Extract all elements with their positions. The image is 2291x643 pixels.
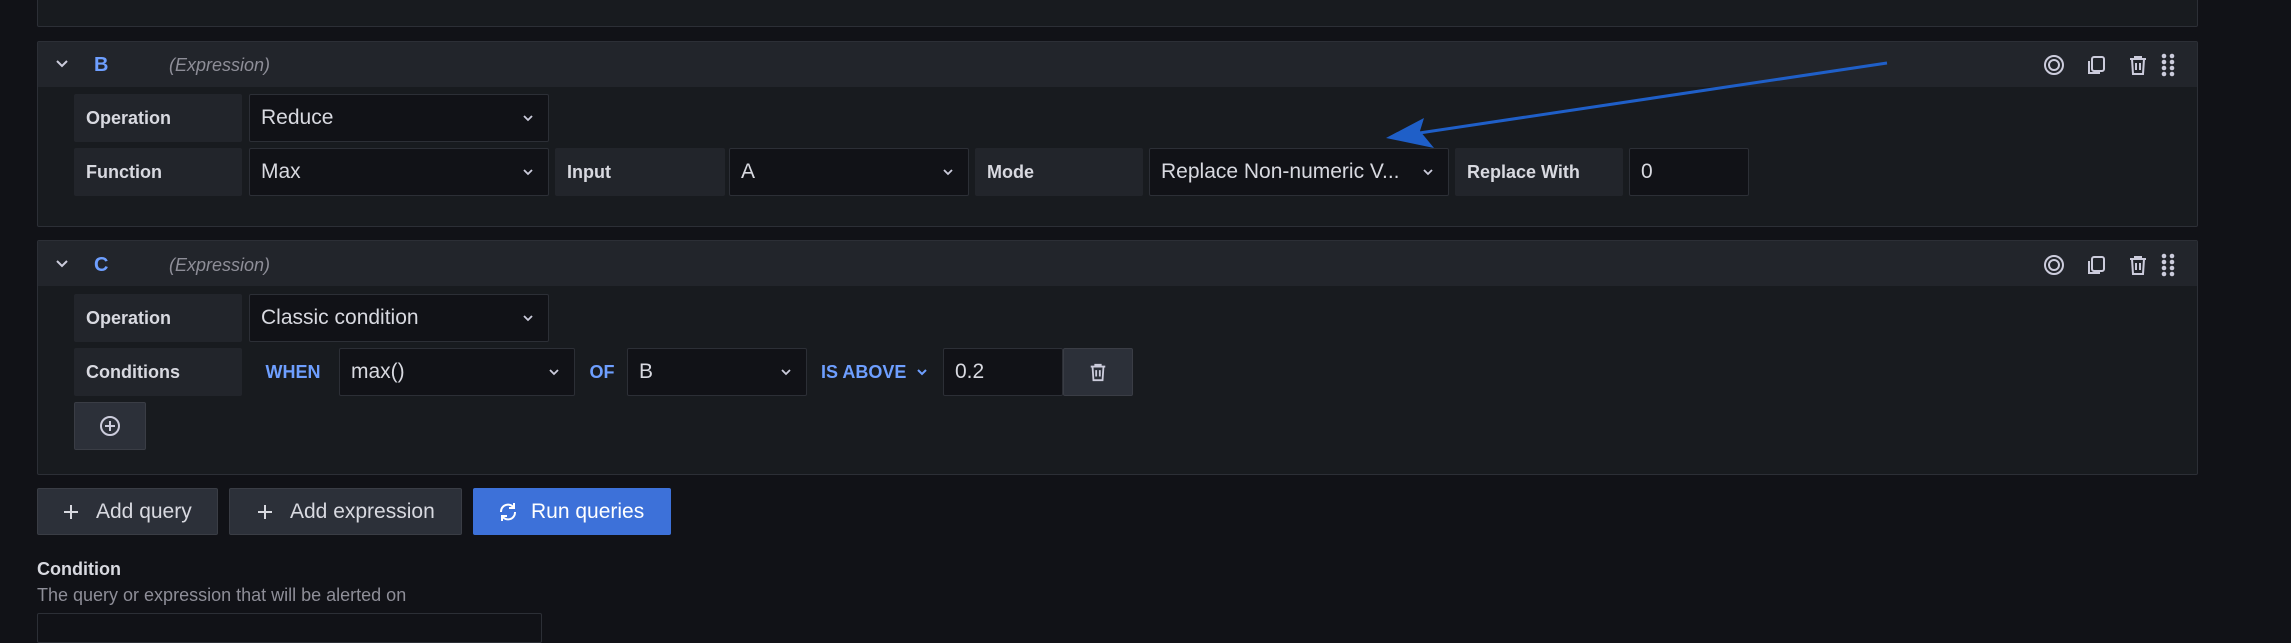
chevron-down-icon	[1423, 169, 1433, 176]
duplicate-icon[interactable]	[2085, 254, 2107, 276]
add-expression-button[interactable]: Add expression	[229, 488, 462, 535]
function-select[interactable]: Max	[249, 148, 549, 196]
function-label: Function	[74, 148, 242, 196]
plus-icon	[258, 504, 272, 519]
plus-icon	[64, 504, 78, 519]
add-expression-label: Add expression	[290, 499, 435, 523]
replace-with-value: 0	[1641, 160, 1653, 183]
operation-label: Operation	[74, 294, 242, 342]
chevron-down-icon	[549, 369, 559, 376]
reducer-select[interactable]: max()	[339, 348, 575, 396]
query-ref-id[interactable]: C	[94, 254, 108, 277]
reducer-select-value: max()	[351, 360, 405, 383]
input-select[interactable]: A	[729, 148, 969, 196]
add-query-label: Add query	[96, 499, 192, 523]
sync-icon	[500, 502, 516, 521]
replace-with-input[interactable]: 0	[1629, 148, 1749, 196]
condition-select[interactable]	[37, 613, 542, 643]
mode-label: Mode	[975, 148, 1143, 196]
query-select[interactable]: B	[627, 348, 807, 396]
toggle-visibility-icon[interactable]	[2043, 254, 2065, 276]
operation-select[interactable]: Reduce	[249, 94, 549, 142]
add-circle-icon	[100, 416, 120, 436]
evaluator-select[interactable]: IS ABOVE	[809, 348, 941, 396]
chevron-down-icon	[523, 115, 533, 122]
previous-query-panel	[37, 0, 2198, 27]
annotation-arrow-icon	[1386, 61, 1888, 148]
chevron-down-icon	[781, 369, 791, 376]
trash-icon[interactable]	[2127, 54, 2149, 76]
remove-condition-button[interactable]	[1063, 348, 1133, 396]
input-label: Input	[555, 148, 725, 196]
run-queries-button[interactable]: Run queries	[473, 488, 671, 535]
replace-with-label: Replace With	[1455, 148, 1623, 196]
operation-select-value: Reduce	[261, 106, 334, 129]
trash-icon	[1090, 363, 1106, 382]
query-ref-id[interactable]: B	[94, 54, 108, 77]
threshold-input[interactable]: 0.2	[943, 348, 1063, 396]
drag-handle-icon[interactable]	[2161, 53, 2175, 77]
evaluator-select-value: IS ABOVE	[821, 361, 907, 382]
mode-select-value: Replace Non-numeric V...	[1161, 160, 1400, 183]
chevron-down-icon	[523, 315, 533, 322]
expression-type-label: (Expression)	[169, 255, 271, 275]
chevron-down-icon	[943, 169, 953, 176]
operation-select-value: Classic condition	[261, 306, 419, 329]
operation-select[interactable]: Classic condition	[249, 294, 549, 342]
of-keyword: OF	[577, 348, 627, 396]
expression-type-label: (Expression)	[169, 55, 271, 75]
conditions-label: Conditions	[74, 348, 242, 396]
collapse-chevron-icon[interactable]	[55, 259, 69, 269]
duplicate-icon[interactable]	[2085, 54, 2107, 76]
toggle-visibility-icon[interactable]	[2043, 54, 2065, 76]
threshold-value: 0.2	[955, 360, 985, 383]
query-header-c[interactable]: C (Expression)	[38, 241, 2197, 286]
chevron-down-icon	[523, 169, 533, 176]
run-queries-label: Run queries	[531, 499, 645, 523]
when-keyword: WHEN	[249, 348, 337, 396]
mode-select[interactable]: Replace Non-numeric V...	[1149, 148, 1449, 196]
operation-label: Operation	[74, 94, 242, 142]
add-query-button[interactable]: Add query	[37, 488, 218, 535]
collapse-chevron-icon[interactable]	[55, 59, 69, 69]
add-condition-button[interactable]	[74, 402, 146, 450]
condition-description: The query or expression that will be ale…	[37, 585, 407, 605]
chevron-down-icon	[917, 369, 928, 376]
input-select-value: A	[741, 160, 756, 183]
query-select-value: B	[639, 360, 654, 383]
trash-icon[interactable]	[2127, 254, 2149, 276]
function-select-value: Max	[261, 160, 301, 183]
condition-title: Condition	[37, 559, 121, 579]
drag-handle-icon[interactable]	[2161, 253, 2175, 277]
